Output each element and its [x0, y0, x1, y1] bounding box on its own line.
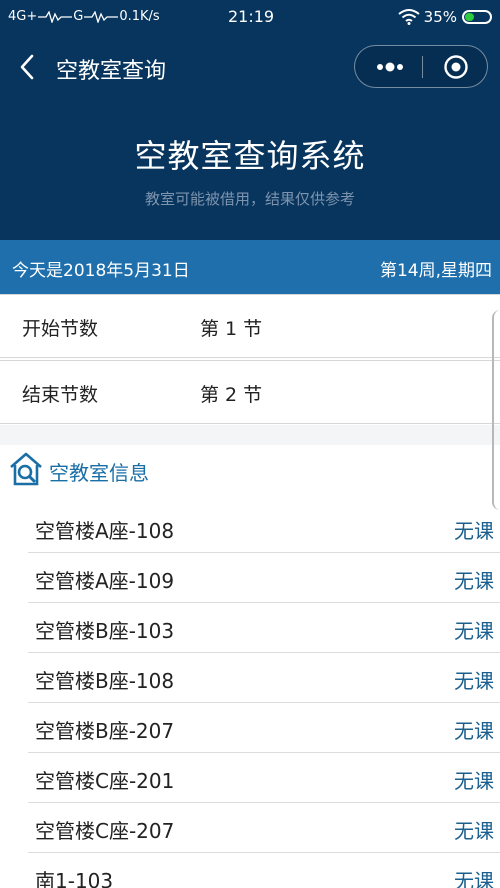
room-name: 空管楼A座-109	[35, 569, 175, 593]
more-button[interactable]	[373, 46, 407, 87]
list-item: 空管楼C座-207 无课	[28, 803, 500, 853]
room-name: 空管楼C座-201	[35, 769, 175, 793]
room-list: 空管楼A座-108 无课 空管楼A座-109 无课 空管楼B座-103 无课 空管楼B座-1…	[28, 503, 500, 888]
more-dots-icon	[377, 62, 403, 72]
house-search-icon	[8, 451, 44, 487]
battery-percent: 35%	[423, 8, 457, 26]
room-name: 空管楼B座-207	[35, 719, 175, 743]
room-status: 无课	[454, 869, 494, 888]
date-bar: 今天是2018年5月31日 第14周,星期四	[0, 240, 500, 294]
battery-level	[465, 13, 475, 21]
list-item: 空管楼A座-109 无课	[28, 553, 500, 603]
app-subtitle: 教室可能被借用，结果仅供参考	[144, 190, 355, 208]
battery-icon	[462, 10, 492, 24]
room-name: 空管楼A座-108	[35, 519, 175, 543]
list-item: 空管楼B座-108 无课	[28, 653, 500, 703]
room-status: 无课	[454, 519, 494, 543]
room-status: 无课	[454, 669, 494, 693]
system-indicators: 35%	[398, 8, 492, 26]
room-status: 无课	[454, 719, 494, 743]
network-speed: 0.1K/s	[119, 9, 160, 24]
wifi-icon	[398, 9, 420, 25]
room-name: 空管楼B座-108	[35, 669, 175, 693]
section-gap	[0, 425, 500, 445]
nav-title: 空教室查询	[56, 59, 167, 84]
end-period-label: 结束节数	[22, 384, 99, 406]
capsule-divider	[422, 56, 423, 78]
week-info: 第14周,星期四	[379, 261, 492, 281]
network-type-label-2: G	[73, 9, 84, 24]
start-period-label: 开始节数	[22, 318, 99, 340]
end-period-value: 第 2 节	[200, 384, 263, 406]
app-title: 空教室查询系统	[134, 137, 366, 175]
list-item: 空管楼A座-108 无课	[28, 503, 500, 553]
room-name: 空管楼C座-207	[35, 819, 175, 843]
signal-wave-icon	[38, 10, 73, 23]
start-period-value: 第 1 节	[200, 318, 263, 340]
chevron-left-icon	[20, 54, 34, 80]
close-button[interactable]	[443, 54, 469, 80]
room-status: 无课	[454, 569, 494, 593]
start-period-picker[interactable]: 开始节数 第 1 节	[0, 294, 500, 358]
room-name: 空管楼B座-103	[35, 619, 175, 643]
network-type-label: 4G+	[8, 9, 38, 24]
target-circle-icon	[444, 55, 468, 79]
clock: 21:19	[228, 7, 275, 26]
edge-swipe-indicator	[492, 310, 500, 510]
room-name: 南1-103	[35, 869, 114, 888]
list-item: 南1-103 无课	[28, 853, 500, 888]
room-status: 无课	[454, 619, 494, 643]
list-item: 空管楼B座-103 无课	[28, 603, 500, 653]
empty-room-info-title: 空教室信息	[49, 461, 149, 485]
room-status: 无课	[454, 819, 494, 843]
signal-wave-icon	[84, 10, 119, 23]
network-indicator: 4G+ G 0.1K/s	[8, 9, 160, 24]
status-bar: 4G+ G 0.1K/s 21:19 35%	[0, 0, 500, 36]
list-item: 空管楼B座-207 无课	[28, 703, 500, 753]
mini-program-capsule	[354, 45, 488, 88]
list-item: 空管楼C座-201 无课	[28, 753, 500, 803]
back-button[interactable]	[14, 52, 42, 82]
today-date: 今天是2018年5月31日	[12, 261, 190, 281]
end-period-picker[interactable]: 结束节数 第 2 节	[0, 360, 500, 424]
room-status: 无课	[454, 769, 494, 793]
